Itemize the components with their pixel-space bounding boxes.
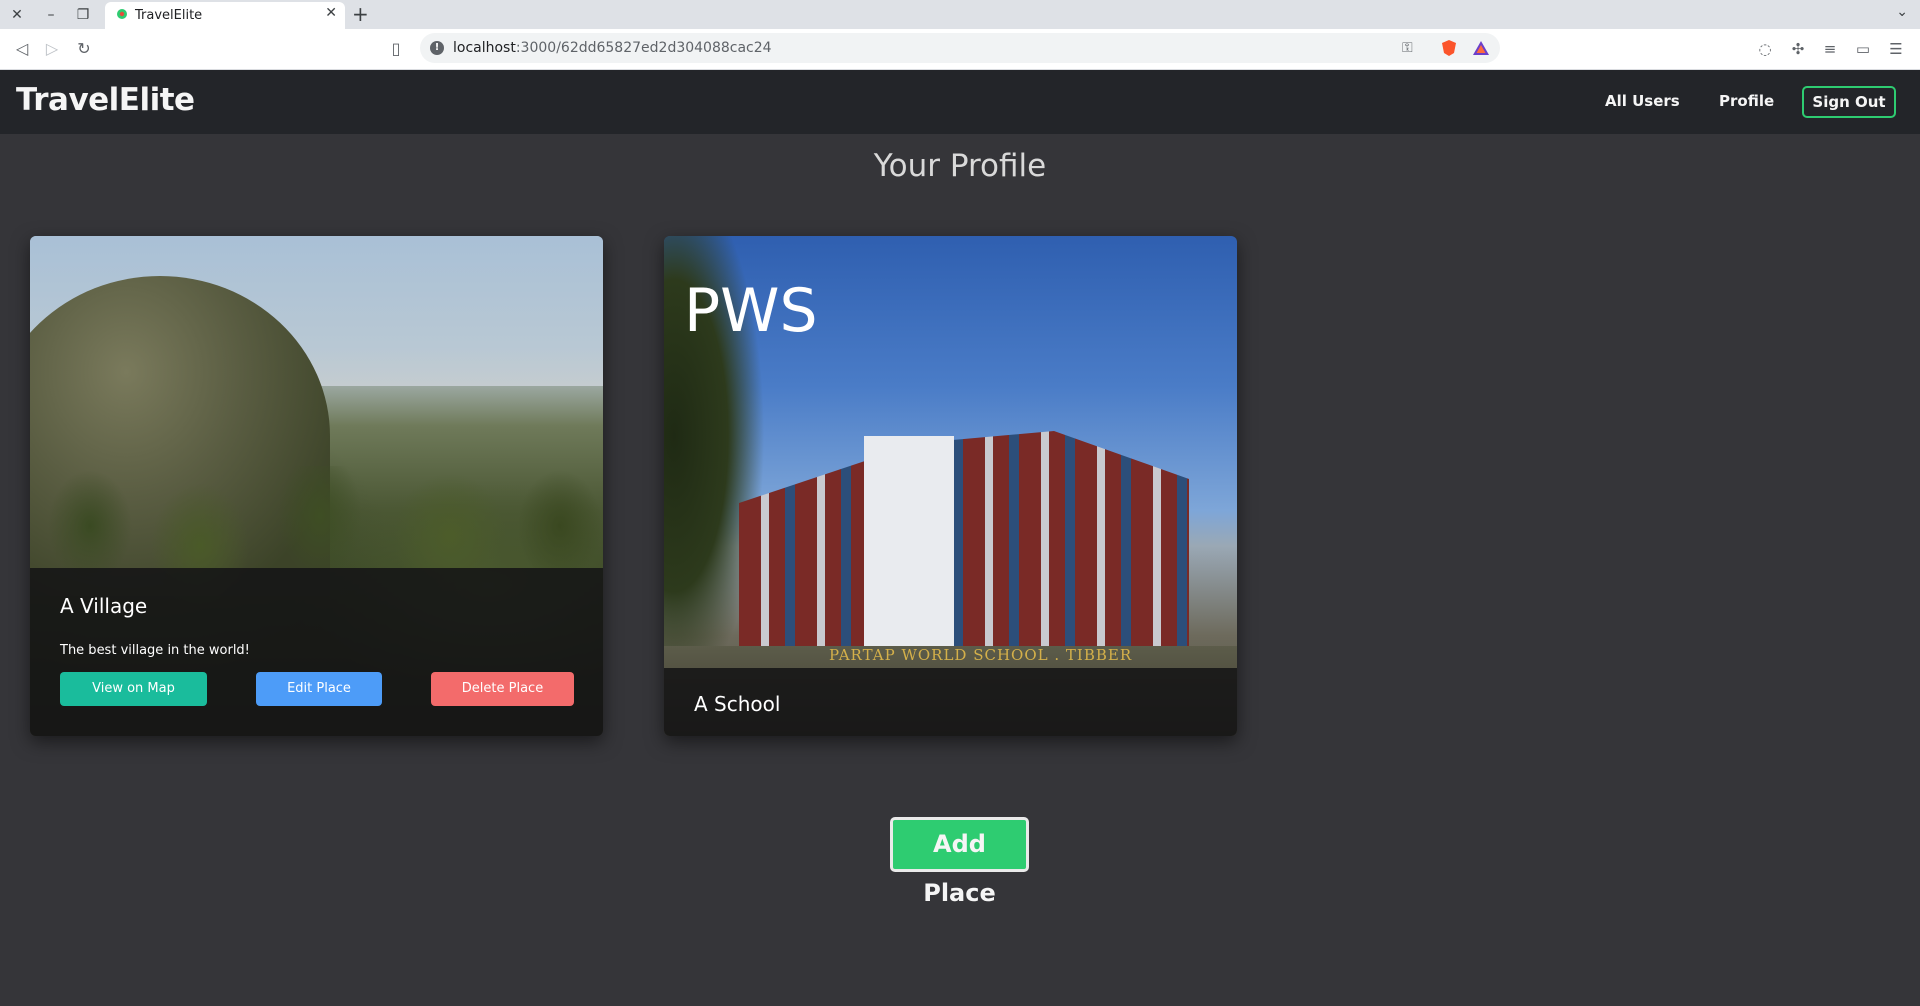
tab-list-chevron-icon[interactable]: ⌄: [1896, 4, 1908, 20]
playlist-icon[interactable]: ≡: [1820, 39, 1840, 59]
close-window-icon[interactable]: ✕: [6, 4, 28, 26]
key-icon[interactable]: ⚿: [1402, 40, 1413, 56]
place-description: The best village in the world!: [60, 643, 250, 658]
bookmark-icon[interactable]: ▯: [386, 39, 406, 59]
place-image: PARTAP WORLD SCHOOL . TIBBER PWS: [664, 236, 1237, 736]
brave-rewards-icon[interactable]: [1472, 39, 1490, 57]
tab-title: TravelElite: [135, 8, 203, 23]
place-title: A School: [694, 692, 781, 716]
forward-icon[interactable]: ▷: [42, 39, 62, 59]
new-tab-icon[interactable]: +: [352, 2, 369, 26]
restore-window-icon[interactable]: ❐: [72, 4, 94, 26]
place-card-body: A School: [664, 668, 1237, 736]
url-text[interactable]: localhost:3000/62dd65827ed2d304088cac24: [453, 40, 772, 56]
back-icon[interactable]: ◁: [12, 39, 32, 59]
view-on-map-button[interactable]: View on Map: [60, 672, 207, 706]
browser-tab[interactable]: TravelElite ✕: [105, 2, 345, 29]
browser-tabbar: ✕ – ❐ TravelElite ✕ + ⌄: [0, 0, 1920, 29]
image-overlay-text: PWS: [684, 276, 818, 346]
building-shape: [739, 431, 1189, 671]
map-pin-icon: [117, 9, 127, 19]
nav-link-all-users[interactable]: All Users: [1605, 92, 1680, 110]
place-card-body: A Village The best village in the world!…: [30, 568, 603, 736]
wallet-icon[interactable]: ▭: [1853, 39, 1873, 59]
add-place-button[interactable]: Add Place: [890, 817, 1029, 907]
address-bar[interactable]: ! localhost:3000/62dd65827ed2d304088cac2…: [420, 33, 1500, 63]
minimize-window-icon[interactable]: –: [40, 4, 62, 26]
menu-icon[interactable]: ☰: [1886, 39, 1906, 59]
edit-place-button[interactable]: Edit Place: [256, 672, 382, 706]
sign-out-button[interactable]: Sign Out: [1802, 86, 1896, 118]
place-card[interactable]: PARTAP WORLD SCHOOL . TIBBER PWS A Schoo…: [664, 236, 1237, 736]
brand-logo[interactable]: TravelElite: [16, 82, 195, 118]
puzzle-icon[interactable]: ✣: [1788, 39, 1808, 59]
app-root: TravelElite All Users Profile Sign Out Y…: [0, 70, 1920, 1006]
browser-toolbar: ◁ ▷ ↻ ▯ ! localhost:3000/62dd65827ed2d30…: [0, 29, 1920, 70]
site-info-icon[interactable]: !: [430, 41, 444, 55]
nav-link-profile[interactable]: Profile: [1719, 92, 1774, 110]
reload-icon[interactable]: ↻: [74, 39, 94, 59]
brave-shield-icon[interactable]: [1440, 39, 1458, 57]
place-title: A Village: [60, 594, 148, 618]
navbar: TravelElite All Users Profile Sign Out: [0, 70, 1920, 134]
image-caption: PARTAP WORLD SCHOOL . TIBBER: [829, 646, 1133, 664]
url-path: :3000/62dd65827ed2d304088cac24: [515, 40, 772, 56]
delete-place-button[interactable]: Delete Place: [431, 672, 574, 706]
extension-icon[interactable]: ◌: [1755, 39, 1775, 59]
page-title: Your Profile: [873, 148, 1047, 184]
tab-close-icon[interactable]: ✕: [325, 5, 337, 21]
place-card: A Village The best village in the world!…: [30, 236, 603, 736]
building-center-shape: [864, 436, 954, 666]
url-host: localhost: [453, 40, 516, 56]
